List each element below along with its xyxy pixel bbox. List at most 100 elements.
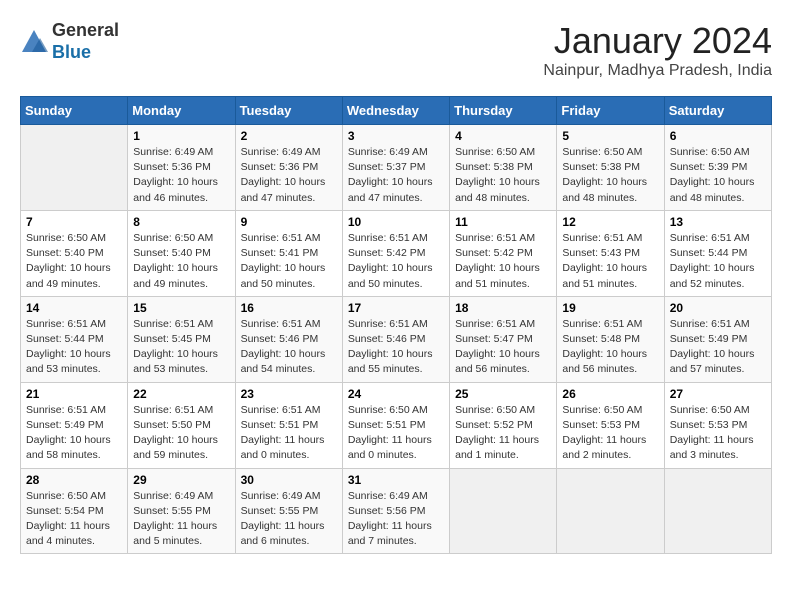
day-number: 26 <box>562 387 658 401</box>
day-info: Sunrise: 6:51 AM Sunset: 5:46 PM Dayligh… <box>348 317 444 378</box>
day-cell: 15 Sunrise: 6:51 AM Sunset: 5:45 PM Dayli… <box>128 296 235 382</box>
day-info: Sunrise: 6:49 AM Sunset: 5:36 PM Dayligh… <box>241 145 337 206</box>
day-number: 16 <box>241 301 337 315</box>
day-cell: 26 Sunrise: 6:50 AM Sunset: 5:53 PM Dayli… <box>557 382 664 468</box>
day-info: Sunrise: 6:50 AM Sunset: 5:51 PM Dayligh… <box>348 403 444 464</box>
day-info: Sunrise: 6:51 AM Sunset: 5:43 PM Dayligh… <box>562 231 658 292</box>
day-number: 25 <box>455 387 551 401</box>
day-info: Sunrise: 6:50 AM Sunset: 5:38 PM Dayligh… <box>455 145 551 206</box>
day-info: Sunrise: 6:51 AM Sunset: 5:51 PM Dayligh… <box>241 403 337 464</box>
column-header-friday: Friday <box>557 97 664 125</box>
day-cell <box>450 468 557 554</box>
column-header-thursday: Thursday <box>450 97 557 125</box>
day-info: Sunrise: 6:49 AM Sunset: 5:55 PM Dayligh… <box>133 489 229 550</box>
day-number: 13 <box>670 215 766 229</box>
day-number: 9 <box>241 215 337 229</box>
day-number: 24 <box>348 387 444 401</box>
day-cell: 2Sunrise: 6:49 AM Sunset: 5:36 PM Daylig… <box>235 125 342 211</box>
day-number: 19 <box>562 301 658 315</box>
day-cell: 17Sunrise: 6:51 AM Sunset: 5:46 PM Dayli… <box>342 296 449 382</box>
day-number: 29 <box>133 473 229 487</box>
title-block: January 2024 Nainpur, Madhya Pradesh, In… <box>543 20 772 80</box>
day-info: Sunrise: 6:51 AM Sunset: 5:47 PM Dayligh… <box>455 317 551 378</box>
day-cell: 28Sunrise: 6:50 AM Sunset: 5:54 PM Dayli… <box>21 468 128 554</box>
day-number: 14 <box>26 301 122 315</box>
column-header-sunday: Sunday <box>21 97 128 125</box>
day-info: Sunrise: 6:50 AM Sunset: 5:54 PM Dayligh… <box>26 489 122 550</box>
column-header-tuesday: Tuesday <box>235 97 342 125</box>
day-cell <box>557 468 664 554</box>
day-number: 12 <box>562 215 658 229</box>
day-cell <box>664 468 771 554</box>
day-cell: 23 Sunrise: 6:51 AM Sunset: 5:51 PM Dayli… <box>235 382 342 468</box>
calendar-header-row: SundayMondayTuesdayWednesdayThursdayFrid… <box>21 97 772 125</box>
day-number: 31 <box>348 473 444 487</box>
day-info: Sunrise: 6:51 AM Sunset: 5:45 PM Dayligh… <box>133 317 229 378</box>
day-info: Sunrise: 6:49 AM Sunset: 5:37 PM Dayligh… <box>348 145 444 206</box>
day-info: Sunrise: 6:51 AM Sunset: 5:46 PM Dayligh… <box>241 317 337 378</box>
day-number: 18 <box>455 301 551 315</box>
day-number: 15 <box>133 301 229 315</box>
day-cell: 16 Sunrise: 6:51 AM Sunset: 5:46 PM Dayli… <box>235 296 342 382</box>
location: Nainpur, Madhya Pradesh, India <box>543 62 772 80</box>
day-number: 8 <box>133 215 229 229</box>
day-info: Sunrise: 6:50 AM Sunset: 5:40 PM Dayligh… <box>133 231 229 292</box>
day-number: 11 <box>455 215 551 229</box>
day-number: 22 <box>133 387 229 401</box>
column-header-wednesday: Wednesday <box>342 97 449 125</box>
day-cell: 10 Sunrise: 6:51 AM Sunset: 5:42 PM Dayli… <box>342 210 449 296</box>
day-info: Sunrise: 6:49 AM Sunset: 5:55 PM Dayligh… <box>241 489 337 550</box>
day-cell: 5 Sunrise: 6:50 AM Sunset: 5:38 PM Daylig… <box>557 125 664 211</box>
day-info: Sunrise: 6:50 AM Sunset: 5:40 PM Dayligh… <box>26 231 122 292</box>
day-info: Sunrise: 6:50 AM Sunset: 5:52 PM Dayligh… <box>455 403 551 464</box>
day-info: Sunrise: 6:51 AM Sunset: 5:48 PM Dayligh… <box>562 317 658 378</box>
day-number: 27 <box>670 387 766 401</box>
day-number: 5 <box>562 129 658 143</box>
day-cell: 30 Sunrise: 6:49 AM Sunset: 5:55 PM Dayli… <box>235 468 342 554</box>
day-info: Sunrise: 6:50 AM Sunset: 5:39 PM Dayligh… <box>670 145 766 206</box>
day-cell: 24 Sunrise: 6:50 AM Sunset: 5:51 PM Dayli… <box>342 382 449 468</box>
day-cell <box>21 125 128 211</box>
day-cell: 1Sunrise: 6:49 AM Sunset: 5:36 PM Daylig… <box>128 125 235 211</box>
day-number: 1 <box>133 129 229 143</box>
column-header-saturday: Saturday <box>664 97 771 125</box>
day-cell: 18 Sunrise: 6:51 AM Sunset: 5:47 PM Dayli… <box>450 296 557 382</box>
day-cell: 3 Sunrise: 6:49 AM Sunset: 5:37 PM Daylig… <box>342 125 449 211</box>
logo-text: General Blue <box>52 20 119 63</box>
day-number: 7 <box>26 215 122 229</box>
day-number: 23 <box>241 387 337 401</box>
day-info: Sunrise: 6:51 AM Sunset: 5:50 PM Dayligh… <box>133 403 229 464</box>
day-info: Sunrise: 6:50 AM Sunset: 5:53 PM Dayligh… <box>562 403 658 464</box>
day-cell: 21Sunrise: 6:51 AM Sunset: 5:49 PM Dayli… <box>21 382 128 468</box>
day-cell: 31Sunrise: 6:49 AM Sunset: 5:56 PM Dayli… <box>342 468 449 554</box>
day-number: 20 <box>670 301 766 315</box>
week-row-1: 1 Sunrise: 6:49 AM Sunset: 5:36 PM Daylig… <box>21 125 772 211</box>
day-cell: 9 Sunrise: 6:51 AM Sunset: 5:41 PM Daylig… <box>235 210 342 296</box>
day-info: Sunrise: 6:50 AM Sunset: 5:53 PM Dayligh… <box>670 403 766 464</box>
day-cell: 11Sunrise: 6:51 AM Sunset: 5:42 PM Dayli… <box>450 210 557 296</box>
day-cell: 7 Sunrise: 6:50 AM Sunset: 5:40 PM Daylig… <box>21 210 128 296</box>
logo-icon <box>20 28 48 56</box>
day-cell: 19 Sunrise: 6:51 AM Sunset: 5:48 PM Dayli… <box>557 296 664 382</box>
day-info: Sunrise: 6:51 AM Sunset: 5:41 PM Dayligh… <box>241 231 337 292</box>
day-number: 10 <box>348 215 444 229</box>
day-cell: 27 Sunrise: 6:50 AM Sunset: 5:53 PM Dayli… <box>664 382 771 468</box>
day-number: 3 <box>348 129 444 143</box>
day-info: Sunrise: 6:51 AM Sunset: 5:44 PM Dayligh… <box>26 317 122 378</box>
day-cell: 12 Sunrise: 6:51 AM Sunset: 5:43 PM Dayli… <box>557 210 664 296</box>
day-cell: 14 Sunrise: 6:51 AM Sunset: 5:44 PM Dayli… <box>21 296 128 382</box>
week-row-4: 21Sunrise: 6:51 AM Sunset: 5:49 PM Dayli… <box>21 382 772 468</box>
day-info: Sunrise: 6:50 AM Sunset: 5:38 PM Dayligh… <box>562 145 658 206</box>
day-number: 21 <box>26 387 122 401</box>
day-cell: 20Sunrise: 6:51 AM Sunset: 5:49 PM Dayli… <box>664 296 771 382</box>
day-number: 4 <box>455 129 551 143</box>
calendar-table: SundayMondayTuesdayWednesdayThursdayFrid… <box>20 96 772 554</box>
day-info: Sunrise: 6:51 AM Sunset: 5:44 PM Dayligh… <box>670 231 766 292</box>
page-header: General Blue January 2024 Nainpur, Madhy… <box>20 20 772 80</box>
day-cell: 13 Sunrise: 6:51 AM Sunset: 5:44 PM Dayli… <box>664 210 771 296</box>
day-info: Sunrise: 6:51 AM Sunset: 5:42 PM Dayligh… <box>348 231 444 292</box>
day-number: 30 <box>241 473 337 487</box>
day-cell: 25 Sunrise: 6:50 AM Sunset: 5:52 PM Dayli… <box>450 382 557 468</box>
logo: General Blue <box>20 20 119 63</box>
day-cell: 29 Sunrise: 6:49 AM Sunset: 5:55 PM Dayli… <box>128 468 235 554</box>
